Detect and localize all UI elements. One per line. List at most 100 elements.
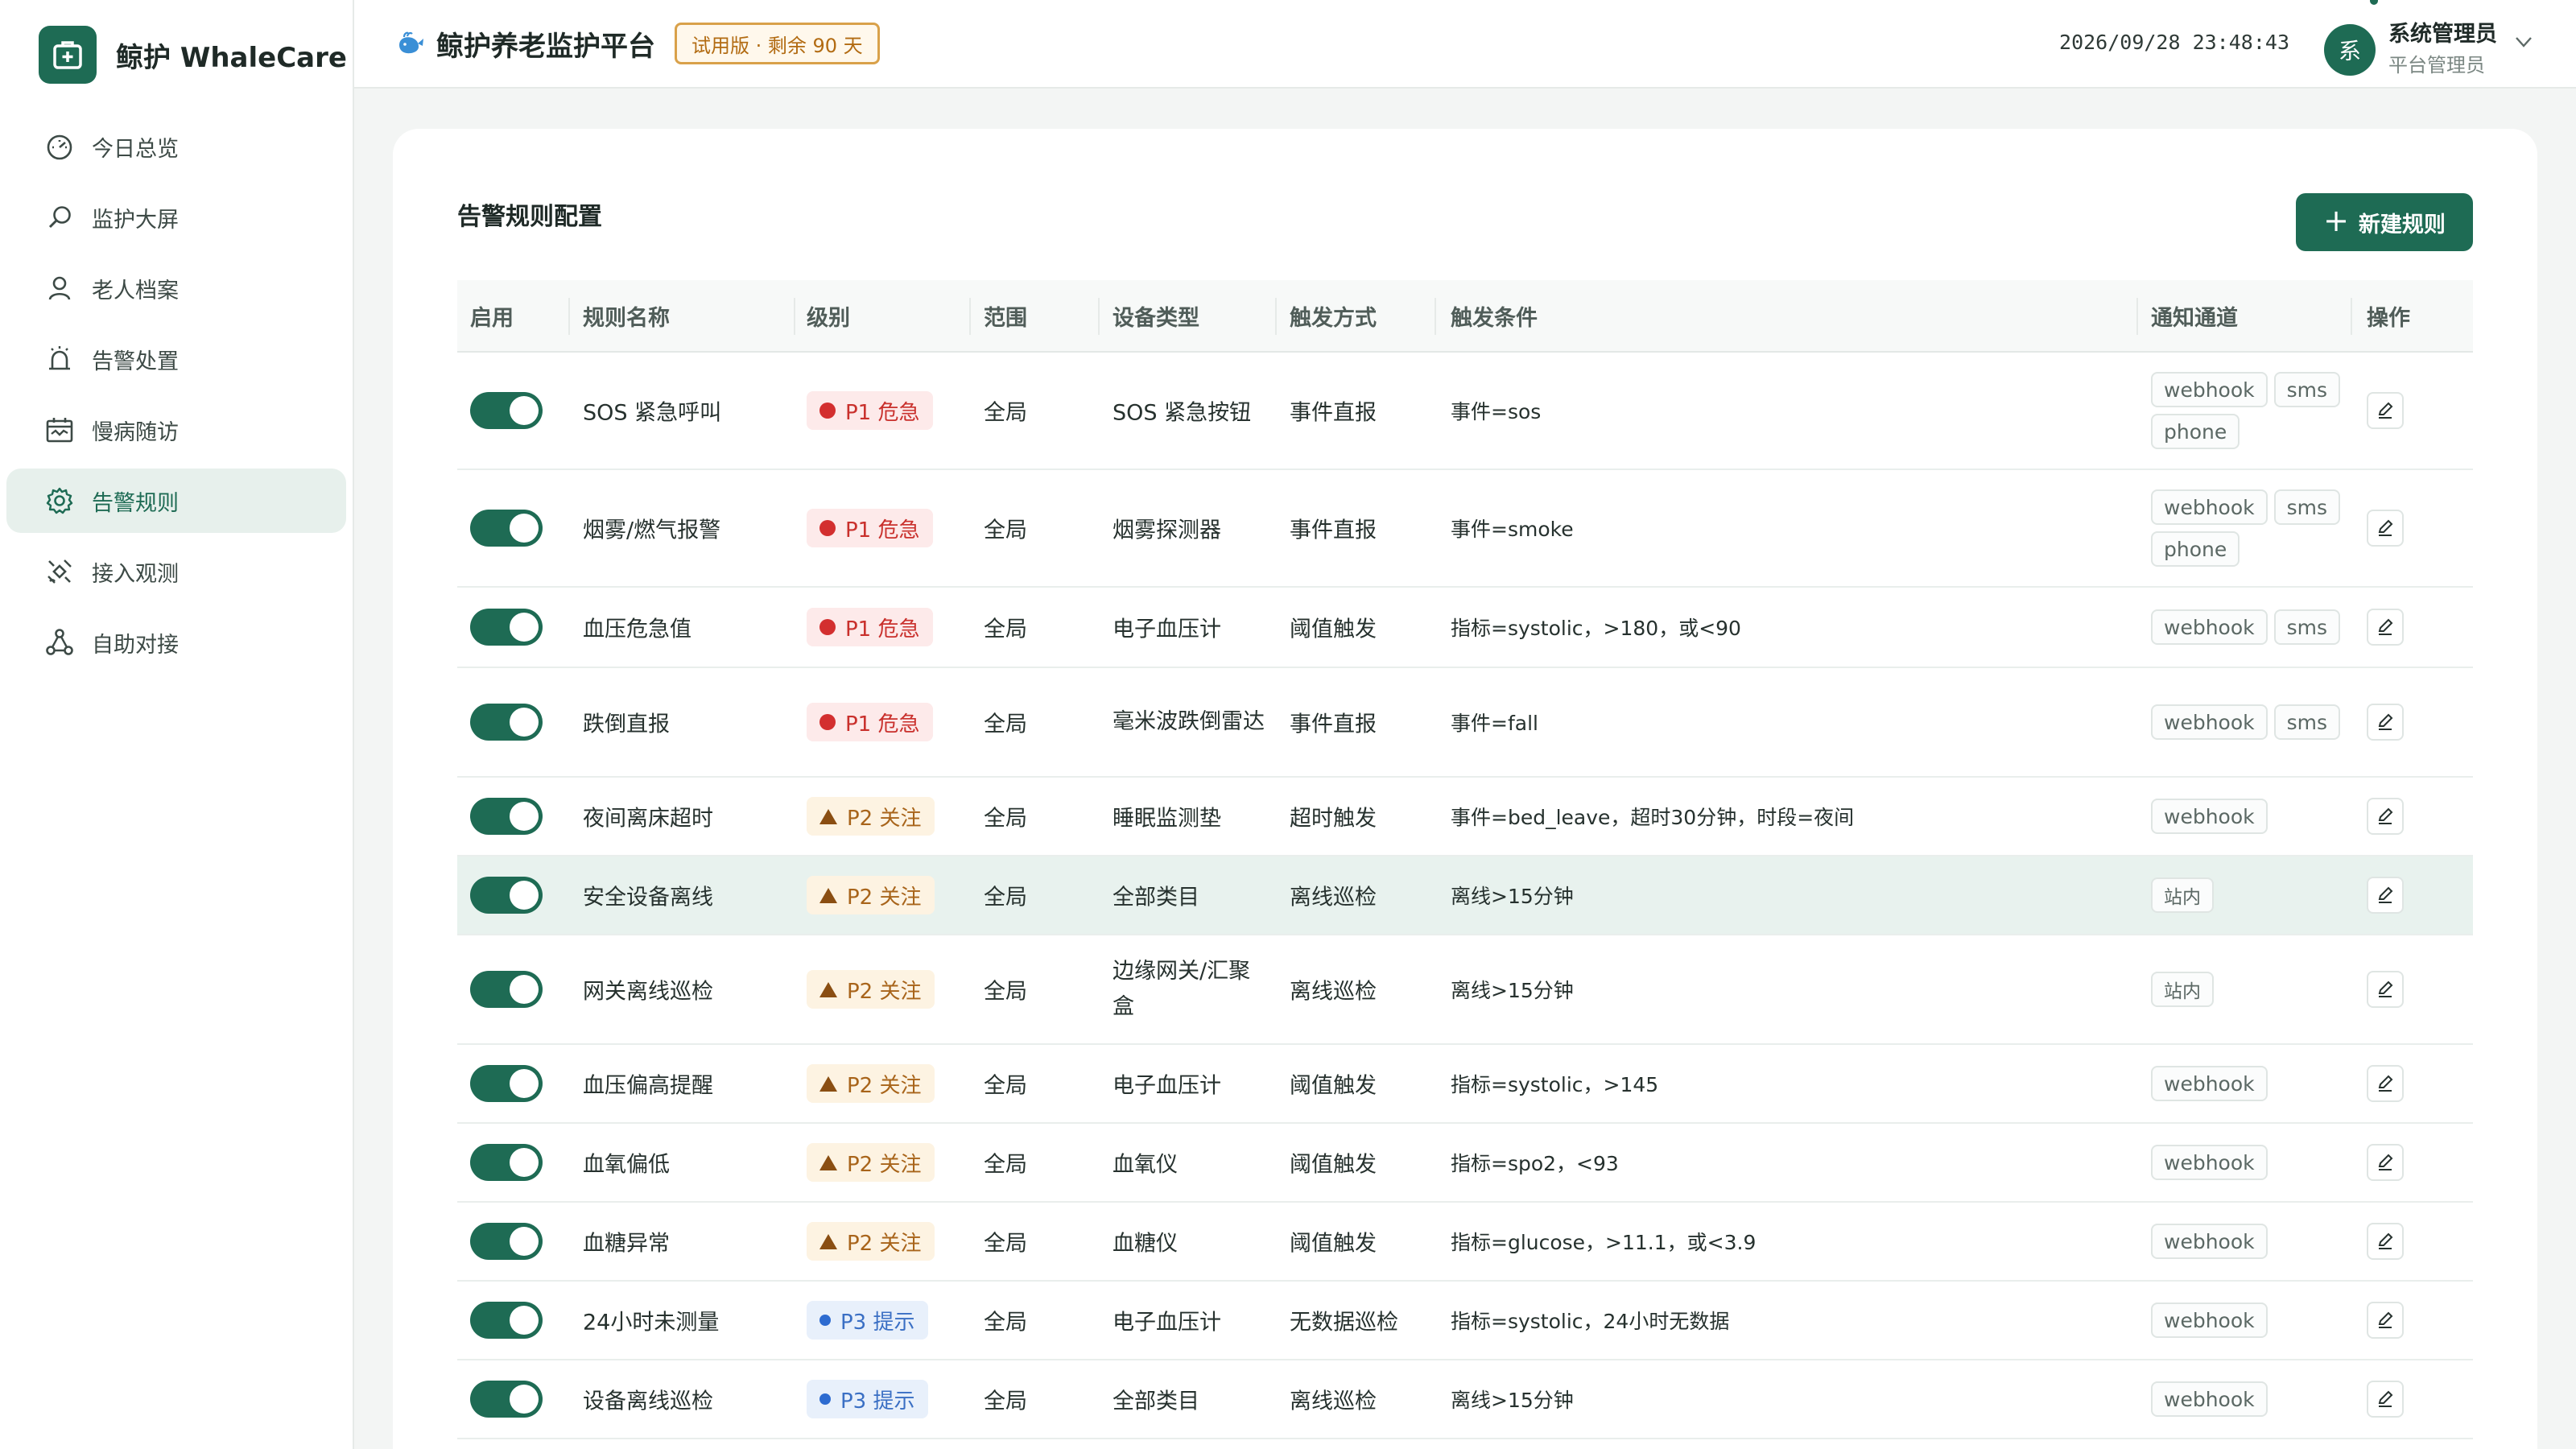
enable-toggle[interactable] bbox=[470, 510, 543, 547]
channel-chip: webhook bbox=[2151, 799, 2268, 834]
table-row[interactable]: 网关离线巡检 P2 关注 全局 边缘网关/汇聚盒 离线巡检 离线>15分钟 站内 bbox=[457, 935, 2473, 1045]
sidebar-item-label: 今日总览 bbox=[92, 136, 179, 162]
edit-button[interactable] bbox=[2367, 1144, 2404, 1181]
table-row[interactable]: 夜间离床超时 P2 关注 全局 睡眠监测垫 超时触发 事件=bed_leave，… bbox=[457, 778, 2473, 857]
enable-toggle[interactable] bbox=[470, 1381, 543, 1418]
trigger-condition: 指标=systolic，24小时无数据 bbox=[1451, 1310, 1730, 1333]
sidebar-item-chronic-followup[interactable]: 慢病随访 bbox=[6, 398, 346, 462]
notify-channels: webhook sms bbox=[2151, 704, 2360, 740]
device-type: 电子血压计 bbox=[1113, 1310, 1221, 1335]
channel-chip: webhook bbox=[2151, 489, 2268, 525]
sidebar-item-label: 接入观测 bbox=[92, 561, 179, 587]
warning-triangle-icon bbox=[819, 981, 837, 997]
enable-toggle[interactable] bbox=[470, 1302, 543, 1339]
trigger-mode: 事件直报 bbox=[1290, 712, 1377, 737]
brand-name: 鲸护 WhaleCare bbox=[116, 41, 347, 74]
rules-table: 启用 规则名称 级别 范围 设备类型 触发方式 触发条件 通知通道 操作 SOS… bbox=[457, 280, 2473, 1439]
warning-triangle-icon bbox=[819, 887, 837, 903]
brand[interactable]: 鲸护 WhaleCare bbox=[0, 0, 353, 109]
level-badge: P3 提示 bbox=[807, 1301, 928, 1340]
device-type: 睡眠监测垫 bbox=[1113, 806, 1221, 832]
table-row[interactable]: 跌倒直报 P1 危急 全局 毫米波跌倒雷达 事件直报 事件=fall webho… bbox=[457, 668, 2473, 778]
table-row[interactable]: 烟雾/燃气报警 P1 危急 全局 烟雾探测器 事件直报 事件=smoke web… bbox=[457, 470, 2473, 588]
column-divider bbox=[969, 298, 971, 335]
table-row[interactable]: SOS 紧急呼叫 P1 危急 全局 SOS 紧急按钮 事件直报 事件=sos w… bbox=[457, 353, 2473, 470]
plus-icon: + bbox=[2323, 203, 2349, 238]
sidebar-item-self-service[interactable]: 自助对接 bbox=[6, 610, 346, 675]
toggle-knob bbox=[510, 881, 539, 910]
trigger-mode: 阈值触发 bbox=[1290, 1231, 1377, 1257]
notify-channels: 站内 bbox=[2151, 877, 2360, 913]
channel-chip: webhook bbox=[2151, 704, 2268, 740]
col-rule-name: 规则名称 bbox=[583, 305, 670, 331]
trigger-condition: 指标=systolic，>180，或<90 bbox=[1451, 617, 1741, 640]
notify-channels: webhook sms phone bbox=[2151, 372, 2360, 449]
edit-button[interactable] bbox=[2367, 1065, 2404, 1102]
magnifier-icon bbox=[48, 206, 71, 229]
notify-channels: webhook bbox=[2151, 1145, 2360, 1180]
level-badge: P3 提示 bbox=[807, 1380, 928, 1418]
edit-button[interactable] bbox=[2367, 877, 2404, 914]
user-role: 平台管理员 bbox=[2388, 54, 2485, 76]
edit-button[interactable] bbox=[2367, 1381, 2404, 1418]
sidebar-item-overview[interactable]: 今日总览 bbox=[6, 114, 346, 179]
pencil-edit-icon bbox=[2378, 1232, 2393, 1249]
person-icon bbox=[48, 276, 71, 300]
table-row[interactable]: 血氧偏低 P2 关注 全局 血氧仪 阈值触发 指标=spo2，<93 webho… bbox=[457, 1124, 2473, 1203]
enable-toggle[interactable] bbox=[470, 1223, 543, 1260]
notify-channels: webhook bbox=[2151, 1066, 2360, 1101]
channel-chip: phone bbox=[2151, 414, 2240, 449]
toggle-knob bbox=[510, 975, 539, 1004]
edit-button[interactable] bbox=[2367, 798, 2404, 835]
enable-toggle[interactable] bbox=[470, 392, 543, 429]
table-row[interactable]: 24小时未测量 P3 提示 全局 电子血压计 无数据巡检 指标=systolic… bbox=[457, 1282, 2473, 1360]
trigger-condition: 事件=sos bbox=[1451, 400, 1542, 423]
medical-kit-logo-icon bbox=[39, 26, 97, 84]
enable-toggle[interactable] bbox=[470, 971, 543, 1008]
edit-button[interactable] bbox=[2367, 510, 2404, 547]
table-row[interactable]: 血压偏高提醒 P2 关注 全局 电子血压计 阈值触发 指标=systolic，>… bbox=[457, 1045, 2473, 1124]
user-menu[interactable]: 系 系统管理员 平台管理员 bbox=[2324, 19, 2536, 80]
col-condition: 触发条件 bbox=[1451, 305, 1538, 331]
edit-button[interactable] bbox=[2367, 1223, 2404, 1260]
device-type: 全部类目 bbox=[1113, 885, 1199, 910]
sidebar-item-access-observe[interactable]: 接入观测 bbox=[6, 539, 346, 604]
enable-toggle[interactable] bbox=[470, 1065, 543, 1102]
col-actions: 操作 bbox=[2367, 305, 2410, 331]
table-row[interactable]: 设备离线巡检 P3 提示 全局 全部类目 离线巡检 离线>15分钟 webhoo… bbox=[457, 1360, 2473, 1439]
sidebar-item-alarm-rules[interactable]: 告警规则 bbox=[6, 469, 346, 533]
device-type: 血氧仪 bbox=[1113, 1152, 1178, 1178]
trigger-mode: 事件直报 bbox=[1290, 400, 1377, 426]
edit-button[interactable] bbox=[2367, 1302, 2404, 1339]
table-row[interactable]: 安全设备离线 P2 关注 全局 全部类目 离线巡检 离线>15分钟 站内 bbox=[457, 857, 2473, 935]
col-channels: 通知通道 bbox=[2151, 305, 2238, 331]
col-trigger: 触发方式 bbox=[1290, 305, 1377, 331]
sidebar-item-elder-profiles[interactable]: 老人档案 bbox=[6, 256, 346, 320]
enable-toggle[interactable] bbox=[470, 798, 543, 835]
level-label: P2 关注 bbox=[847, 885, 922, 910]
new-rule-button[interactable]: + 新建规则 bbox=[2296, 193, 2473, 251]
rule-scope: 全局 bbox=[984, 1073, 1027, 1099]
trigger-condition: 事件=fall bbox=[1451, 712, 1538, 735]
datetime-clock: 2026/09/28 23:48:43 bbox=[2059, 31, 2289, 54]
warning-triangle-icon bbox=[819, 1075, 837, 1092]
enable-toggle[interactable] bbox=[470, 877, 543, 914]
edit-button[interactable] bbox=[2367, 609, 2404, 646]
level-badge: P2 关注 bbox=[807, 1222, 935, 1261]
toggle-knob bbox=[510, 514, 539, 543]
edit-button[interactable] bbox=[2367, 392, 2404, 429]
edit-button[interactable] bbox=[2367, 971, 2404, 1008]
sidebar-item-alarm-handling[interactable]: 告警处置 bbox=[6, 327, 346, 391]
level-label: P2 关注 bbox=[847, 1152, 922, 1177]
table-row[interactable]: 血压危急值 P1 危急 全局 电子血压计 阈值触发 指标=systolic，>1… bbox=[457, 588, 2473, 668]
pencil-edit-icon bbox=[2378, 618, 2393, 635]
sidebar-item-monitor-screen[interactable]: 监护大屏 bbox=[6, 185, 346, 250]
sidebar-item-label: 监护大屏 bbox=[92, 207, 179, 233]
trigger-condition: 指标=spo2，<93 bbox=[1451, 1152, 1619, 1175]
enable-toggle[interactable] bbox=[470, 704, 543, 741]
enable-toggle[interactable] bbox=[470, 609, 543, 646]
table-row[interactable]: 血糖异常 P2 关注 全局 血糖仪 阈值触发 指标=glucose，>11.1，… bbox=[457, 1203, 2473, 1282]
enable-toggle[interactable] bbox=[470, 1144, 543, 1181]
edit-button[interactable] bbox=[2367, 704, 2404, 741]
calendar-followup-icon bbox=[46, 418, 73, 443]
